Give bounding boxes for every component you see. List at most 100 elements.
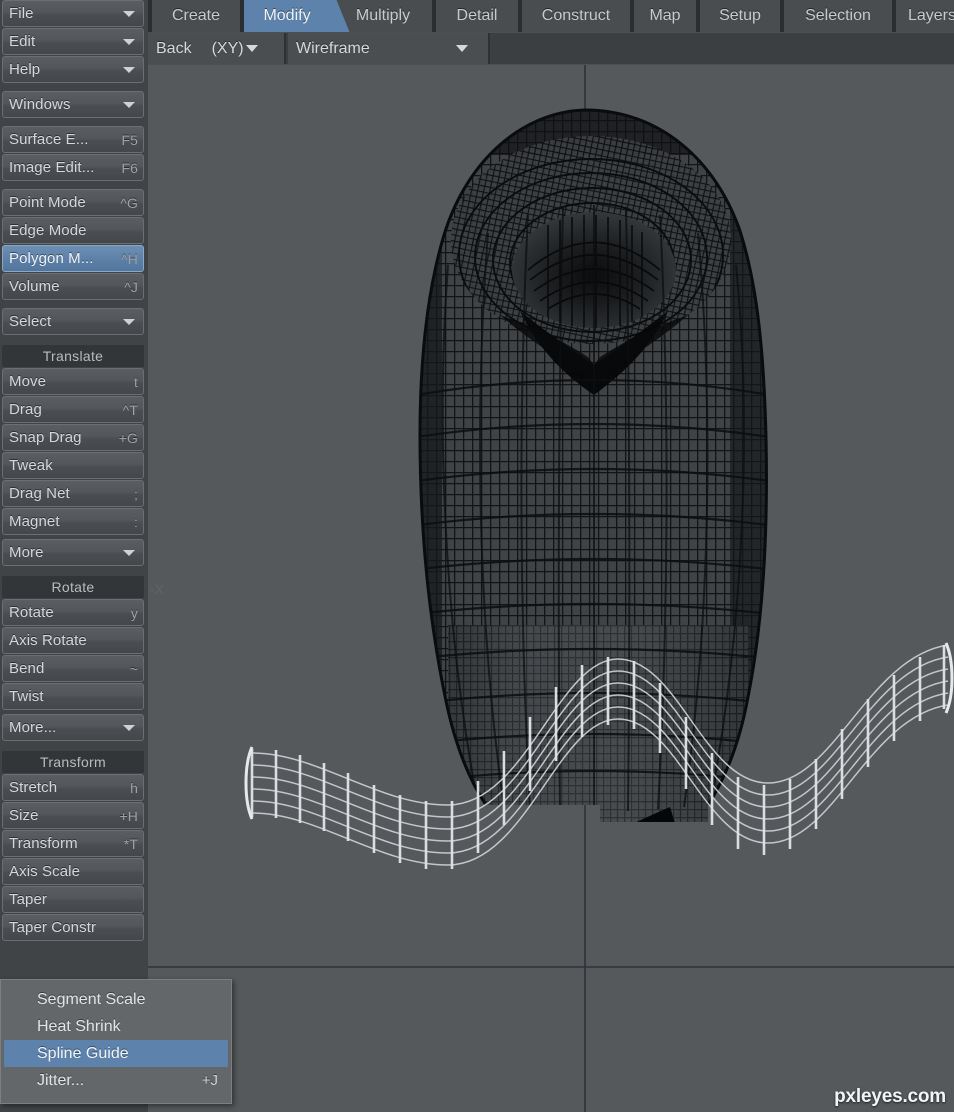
viewport-axis-plane: (XY) [211,39,244,57]
tab-selection[interactable]: Selection [784,0,912,32]
sidebar-button-shortcut: F5 [121,131,138,148]
sidebar-tool-rotate[interactable]: Rotate y [2,599,144,626]
sidebar-button-label: Magnet [9,513,60,530]
sidebar-menu-select[interactable]: Select [2,308,144,335]
sidebar-menu-windows[interactable]: Windows [2,91,144,118]
sidebar-button-label: More [9,544,44,561]
chevron-down-icon [123,66,135,73]
viewport-render-mode-selector[interactable]: Wireframe [288,33,490,64]
popup-item-segment-scale[interactable]: Segment Scale [4,986,228,1013]
sidebar-tool-taper-constr[interactable]: Taper Constr [2,914,144,941]
sidebar-button-label: Edge Mode [9,222,87,239]
tab-modify[interactable]: Modify [244,0,350,32]
viewport-toolbar-filler [492,33,954,64]
sidebar-button-image-edit[interactable]: Image Edit... F6 [2,154,144,181]
sidebar-button-shortcut: +H [119,807,138,824]
sidebar-tool-taper[interactable]: Taper [2,886,144,913]
viewport-toolbar: Back (XY) Wireframe [148,33,954,64]
tab-label: Setup [719,7,761,24]
sidebar-button-shortcut: ^H [121,250,138,267]
sidebar-tool-stretch[interactable]: Stretch h [2,774,144,801]
sidebar-more-rotate[interactable]: More... [2,714,144,741]
tab-setup[interactable]: Setup [700,0,800,32]
sidebar-tool-axis-scale[interactable]: Axis Scale [2,858,144,885]
sidebar-button-label: Polygon M... [9,250,94,267]
popup-item-label: Heat Shrink [37,1017,121,1035]
sidebar-menu-file[interactable]: File [2,0,144,27]
chevron-down-icon [456,45,468,52]
viewport-view-selector[interactable]: Back (XY) [148,33,286,64]
viewport-axis-label: -X [150,581,164,597]
sidebar-button-shortcut: ^J [124,278,138,295]
tab-create[interactable]: Create [152,0,260,32]
sidebar-button-label: Tweak [9,457,53,474]
sidebar-tool-drag-net[interactable]: Drag Net; [2,480,144,507]
sidebar-mode-polygon-m[interactable]: Polygon M... ^H [2,245,144,272]
sidebar-button-label: Select [9,313,52,330]
sidebar-tool-tweak[interactable]: Tweak [2,452,144,479]
chevron-down-icon [123,101,135,108]
sidebar-tool-size[interactable]: Size +H [2,802,144,829]
popup-item-heat-shrink[interactable]: Heat Shrink [4,1013,228,1040]
tab-construct[interactable]: Construct [522,0,650,32]
tab-label: Map [649,7,681,24]
sidebar-tool-move[interactable]: Move t [2,368,144,395]
sidebar-button-shortcut: t [134,373,138,390]
sidebar-menu-help[interactable]: Help [2,56,144,83]
main-tab-bar: Create Modify Multiply Detail Construct Map Se… [148,0,954,32]
chevron-down-icon [123,318,135,325]
popup-item-spline-guide[interactable]: Spline Guide [4,1040,228,1067]
tab-label: Modify [263,7,311,24]
sidebar-button-label: Bend [9,660,45,677]
sidebar-button-label: Size [9,807,39,824]
sidebar-mode-volume[interactable]: Volume ^J [2,273,144,300]
popup-item-jitter[interactable]: Jitter... +J [4,1067,228,1094]
tab-label: Multiply [355,7,411,24]
chevron-down-icon [123,10,135,17]
watermark: pxleyes.com [834,1086,946,1107]
sidebar-tool-bend[interactable]: Bend ~ [2,655,144,682]
sidebar-button-label: Volume [9,278,60,295]
sidebar-button-label: Surface E... [9,131,89,148]
sidebar-button-label: Rotate [9,604,54,621]
sidebar-tool-drag[interactable]: Drag ^T [2,396,144,423]
sidebar-button-shortcut: : [134,513,138,530]
sidebar-button-shortcut: *T [123,835,138,852]
sidebar-menu-edit[interactable]: Edit [2,28,144,55]
sidebar-button-shortcut: F6 [121,159,138,176]
sidebar-button-label: More... [9,719,57,736]
tab-layers[interactable]: Layers [896,0,954,32]
sidebar-mode-edge-mode[interactable]: Edge Mode [2,217,144,244]
sidebar-tool-twist[interactable]: Twist [2,683,144,710]
modeling-viewport[interactable]: -X [148,65,954,1112]
viewport-view-name: Back [156,39,192,57]
sidebar-button-label: Image Edit... [9,159,95,176]
popup-item-label: Spline Guide [37,1044,129,1062]
popup-item-label: Segment Scale [37,990,146,1008]
sidebar-tool-magnet[interactable]: Magnet: [2,508,144,535]
tab-map[interactable]: Map [634,0,716,32]
tab-detail[interactable]: Detail [436,0,538,32]
sidebar-button-surface-e[interactable]: Surface E... F5 [2,126,144,153]
sidebar-button-label: Drag Net [9,485,70,502]
sidebar-button-label: File [9,5,34,22]
sidebar-button-label: Twist [9,688,44,705]
sidebar-tool-transform[interactable]: Transform *T [2,830,144,857]
sidebar-group-header-rotate: Rotate [2,576,144,598]
sidebar-more-translate[interactable]: More [2,539,144,566]
tab-multiply[interactable]: Multiply [334,0,452,32]
context-popup-menu: Segment Scale Heat Shrink Spline Guide Jitt… [0,979,232,1104]
tab-label: Detail [456,7,498,24]
sidebar-button-label: Help [9,61,41,78]
sidebar-button-label: Drag [9,401,42,418]
sidebar-tool-axis-rotate[interactable]: Axis Rotate [2,627,144,654]
sidebar-tool-snap-drag[interactable]: Snap Drag +G [2,424,144,451]
sidebar-mode-point-mode[interactable]: Point Mode ^G [2,189,144,216]
sidebar-button-shortcut: h [130,779,138,796]
popup-item-label: Jitter... [37,1071,85,1089]
